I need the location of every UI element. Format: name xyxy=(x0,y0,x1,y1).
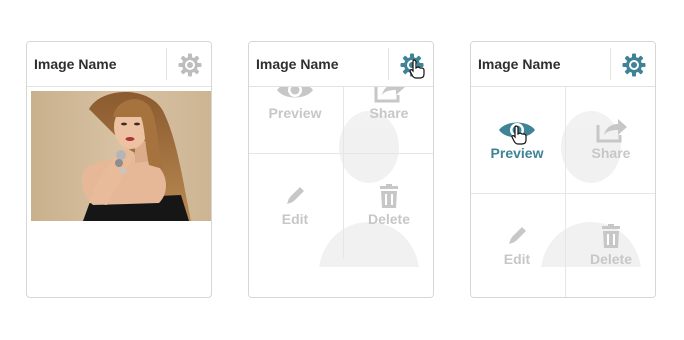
header-divider xyxy=(388,48,389,80)
card-title: Image Name xyxy=(478,56,561,72)
delete-label: Delete xyxy=(589,251,633,267)
delete-label: Delete xyxy=(367,211,411,227)
edit-label: Edit xyxy=(503,251,531,267)
card-header: Image Name xyxy=(27,42,211,87)
preview-label: Preview xyxy=(268,105,322,121)
action-overlay: Preview Share Edit Delete xyxy=(249,79,433,297)
edit-label: Edit xyxy=(281,211,309,227)
gear-icon xyxy=(178,53,202,77)
portrait-photo[interactable] xyxy=(31,91,211,221)
action-overlay: Preview Share Edit Delete xyxy=(471,87,655,297)
grid-divider-horizontal xyxy=(471,193,655,194)
share-action[interactable]: Share xyxy=(565,117,655,161)
edit-action[interactable]: Edit xyxy=(249,183,341,227)
gear-icon xyxy=(400,53,424,77)
card-title: Image Name xyxy=(256,56,339,72)
trash-icon xyxy=(602,224,620,248)
preview-action[interactable]: Preview xyxy=(471,117,563,161)
preview-label: Preview xyxy=(490,145,544,161)
eye-icon xyxy=(499,122,535,138)
header-divider xyxy=(610,48,611,80)
header-divider xyxy=(166,48,167,80)
image-card-preview-hover: Preview Share Edit Delete Image Name xyxy=(470,41,656,298)
share-label: Share xyxy=(591,145,631,161)
settings-button[interactable] xyxy=(177,52,203,78)
edit-action[interactable]: Edit xyxy=(471,223,563,267)
share-icon xyxy=(596,119,627,143)
gear-icon xyxy=(622,53,646,77)
settings-button[interactable] xyxy=(399,52,425,78)
image-card-menu: Preview Share Edit Delete Image Name xyxy=(248,41,434,298)
trash-icon xyxy=(380,184,398,208)
settings-button[interactable] xyxy=(621,52,647,78)
card-title: Image Name xyxy=(34,56,117,72)
grid-divider-horizontal xyxy=(249,153,433,154)
pencil-icon xyxy=(287,187,304,204)
delete-action[interactable]: Delete xyxy=(343,183,433,227)
share-label: Share xyxy=(369,105,409,121)
card-header: Image Name xyxy=(471,42,655,87)
card-header: Image Name xyxy=(249,42,433,87)
pencil-icon xyxy=(509,227,526,244)
delete-action[interactable]: Delete xyxy=(565,223,655,267)
image-card-default: Image Name xyxy=(26,41,212,298)
